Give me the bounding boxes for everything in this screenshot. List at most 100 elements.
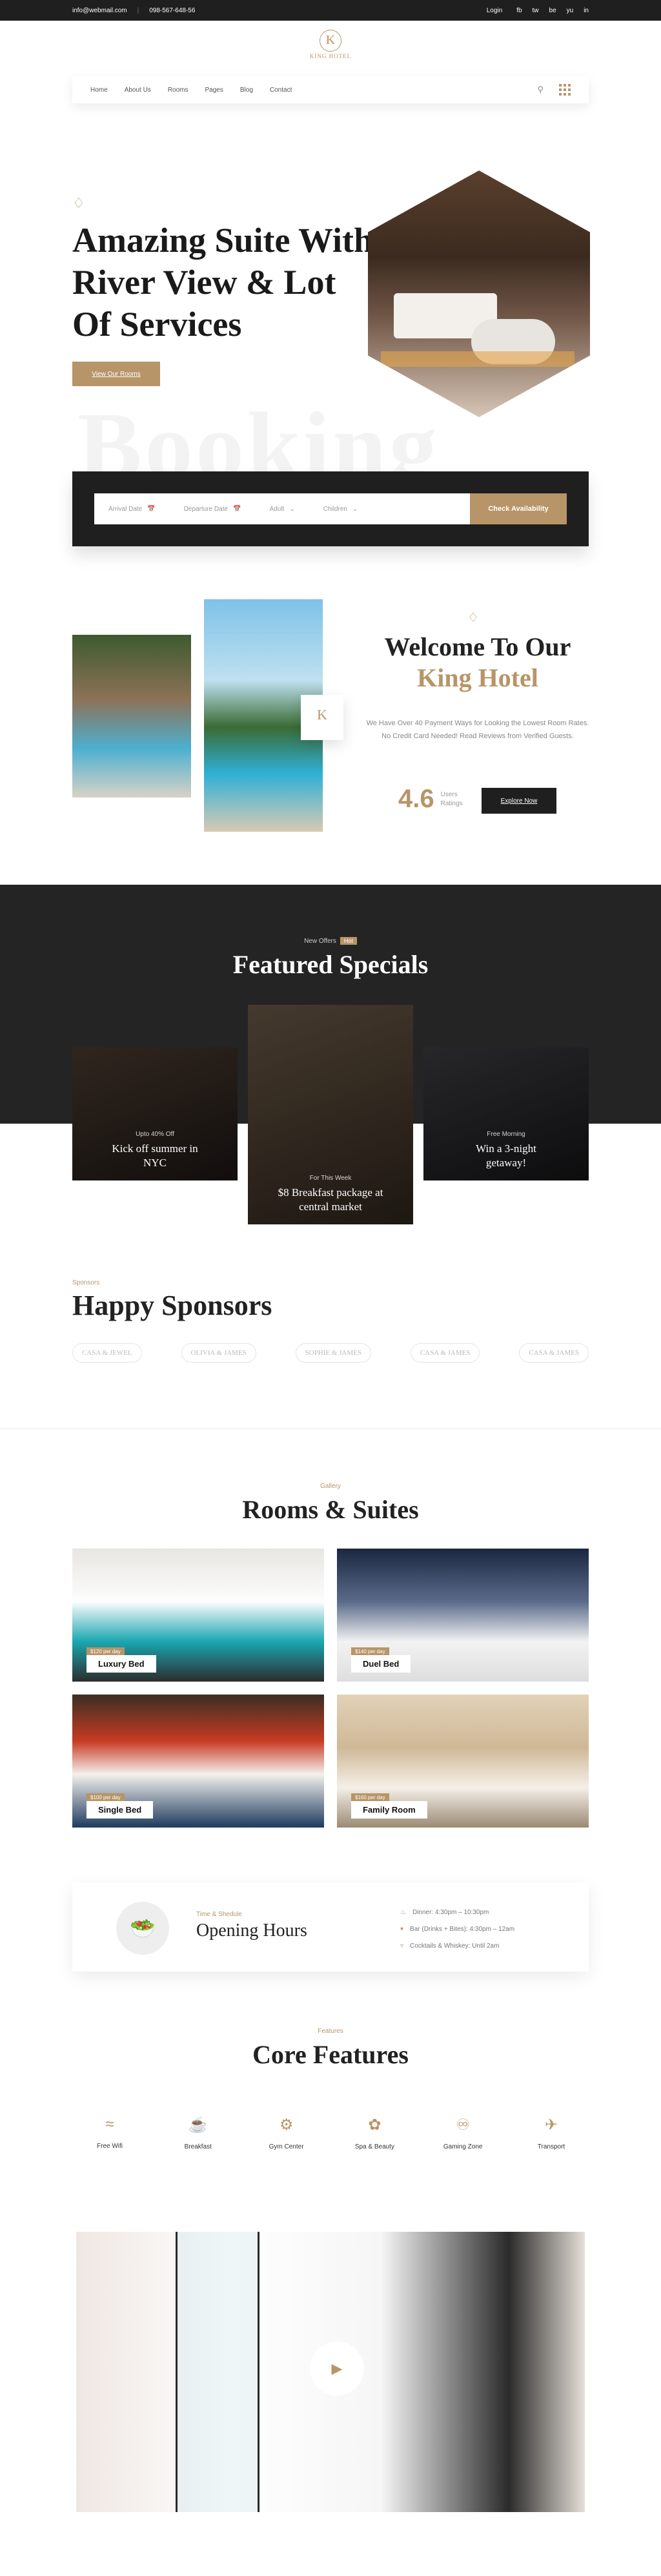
chevron-down-icon: ⌄ bbox=[289, 505, 295, 513]
check-availability-button[interactable]: Check Availability bbox=[470, 493, 567, 524]
room-name: Luxury Bed bbox=[86, 1655, 156, 1673]
room-name: Duel Bed bbox=[351, 1655, 411, 1673]
room-card[interactable]: $140 per day Duel Bed bbox=[337, 1549, 589, 1682]
facebook-icon[interactable]: fb bbox=[516, 7, 522, 14]
arrival-field[interactable]: Arrival Date 📅 bbox=[94, 506, 170, 513]
nav-rooms[interactable]: Rooms bbox=[168, 87, 188, 94]
explore-now-button[interactable]: Explore Now bbox=[482, 788, 556, 814]
menu-grid-icon[interactable] bbox=[559, 84, 571, 96]
departure-field[interactable]: Departure Date 📅 bbox=[170, 506, 256, 513]
room-card[interactable]: $100 per day Single Bed bbox=[72, 1695, 324, 1828]
search-icon[interactable]: ⚲ bbox=[537, 85, 544, 95]
linkedin-icon[interactable]: in bbox=[584, 7, 589, 14]
feature-label: Free Wifi bbox=[97, 2143, 123, 2150]
gallery-label: Gallery bbox=[320, 1483, 341, 1490]
gaming-icon: ♾ bbox=[456, 2116, 470, 2134]
nav-home[interactable]: Home bbox=[90, 87, 108, 94]
youtube-icon[interactable]: yu bbox=[567, 7, 574, 14]
card-subtitle: Free Morning bbox=[487, 1131, 525, 1138]
room-card[interactable]: $120 per day Luxury Bed bbox=[72, 1549, 324, 1682]
behance-icon[interactable]: be bbox=[549, 7, 556, 14]
chevron-down-icon: ⌄ bbox=[352, 505, 358, 513]
email-link[interactable]: info@webmail.com bbox=[72, 7, 127, 14]
sponsor-logo[interactable]: OLIVIA & JAMES bbox=[181, 1343, 256, 1363]
list-item: ▾ Bar (Drinks + Bites): 4:30pm – 12am bbox=[400, 1921, 521, 1938]
top-bar: info@webmail.com | 098-567-648-56 Login … bbox=[0, 0, 661, 21]
adult-select[interactable]: Adult ⌄ bbox=[256, 506, 309, 513]
nav-blog[interactable]: Blog bbox=[240, 87, 253, 94]
feature-card[interactable]: ✈ Transport bbox=[513, 2096, 589, 2174]
departure-label: Departure Date bbox=[183, 505, 229, 513]
wifi-icon: ≈ bbox=[105, 2116, 114, 2133]
features-list: ≈ Free Wifi ☕ Breakfast ⚙ Gym Center ✿ Spa &… bbox=[72, 2096, 589, 2174]
special-card[interactable]: For This Week $8 Breakfast package at cen… bbox=[248, 1005, 413, 1224]
main-nav: Home About Us Rooms Pages Blog Contact ⚲ bbox=[72, 76, 589, 103]
nav-contact[interactable]: Contact bbox=[270, 87, 292, 94]
room-name: Family Room bbox=[351, 1801, 427, 1819]
glass-icon: ▿ bbox=[400, 1942, 404, 1950]
login-link[interactable]: Login bbox=[487, 7, 502, 14]
spa-icon: ✿ bbox=[368, 2116, 381, 2134]
sponsor-logos: CASA & JEWEL OLIVIA & JAMES SOPHIE & JAM… bbox=[72, 1343, 589, 1363]
welcome-text: We Have Over 40 Payment Ways for Looking… bbox=[366, 719, 589, 740]
rating-value: 4.6 bbox=[398, 785, 434, 813]
play-icon[interactable]: ▶ bbox=[310, 2342, 364, 2396]
feature-card[interactable]: ☕ Breakfast bbox=[160, 2096, 236, 2174]
feature-label: Spa & Beauty bbox=[354, 2143, 394, 2150]
dinner-icon: ♨ bbox=[400, 1909, 406, 1916]
card-subtitle: For This Week bbox=[309, 1175, 352, 1182]
card-title: Kick off summer in NYC bbox=[112, 1142, 198, 1169]
room-card[interactable]: $160 per day Family Room bbox=[337, 1695, 589, 1828]
feature-label: Breakfast bbox=[184, 2143, 212, 2150]
nav-about[interactable]: About Us bbox=[125, 87, 151, 94]
feature-card[interactable]: ✿ Spa & Beauty bbox=[337, 2096, 412, 2174]
phone-link[interactable]: 098-567-648-56 bbox=[149, 7, 195, 14]
hotel-icon: ♢ bbox=[467, 611, 479, 625]
sponsor-logo[interactable]: CASA & JAMES bbox=[410, 1343, 480, 1363]
sponsor-logo[interactable]: CASA & JAMES bbox=[519, 1343, 589, 1363]
hours-list: ♨ Dinner: 4:30pm – 10:30pm ▾ Bar (Drinks +… bbox=[400, 1904, 521, 1955]
feature-card[interactable]: ≈ Free Wifi bbox=[72, 2096, 147, 2174]
welcome-title-line: Welcome To Our bbox=[384, 632, 571, 661]
hours-title: Opening Hours bbox=[196, 1921, 307, 1941]
welcome-title: Welcome To Our King Hotel bbox=[361, 632, 594, 694]
special-card[interactable]: Upto 40% Off Kick off summer in NYC bbox=[72, 1047, 238, 1180]
special-card[interactable]: Free Morning Win a 3-night getaway! bbox=[423, 1047, 589, 1180]
nav-pages[interactable]: Pages bbox=[205, 87, 223, 94]
hours-item: Cocktails & Whiskey: Until 2am bbox=[410, 1942, 500, 1950]
sponsors-label: Sponsors bbox=[72, 1279, 100, 1286]
adult-label: Adult bbox=[269, 505, 285, 513]
logo-name: KING HOTEL bbox=[309, 53, 352, 59]
gym-icon: ⚙ bbox=[279, 2116, 294, 2134]
logo[interactable]: K KING HOTEL bbox=[305, 26, 356, 59]
view-rooms-button[interactable]: View Our Rooms bbox=[72, 362, 160, 386]
pool-photo-left bbox=[72, 635, 191, 798]
cocktail-icon: ▾ bbox=[400, 1926, 404, 1933]
twitter-icon[interactable]: tw bbox=[533, 7, 539, 14]
feature-card[interactable]: ♾ Gaming Zone bbox=[425, 2096, 501, 2174]
breakfast-icon: ☕ bbox=[188, 2116, 208, 2134]
feature-label: Gym Center bbox=[269, 2143, 304, 2150]
list-item: ▿ Cocktails & Whiskey: Until 2am bbox=[400, 1938, 521, 1955]
divider: | bbox=[137, 6, 139, 14]
sponsor-logo[interactable]: CASA & JEWEL bbox=[72, 1343, 142, 1363]
hotel-icon: ♢ bbox=[72, 195, 85, 211]
rating-block: 4.6 Users Ratings bbox=[398, 785, 469, 814]
sponsors-title: Happy Sponsors bbox=[72, 1290, 272, 1321]
children-select[interactable]: Children ⌄ bbox=[309, 506, 372, 513]
section-divider bbox=[0, 1428, 661, 1429]
feature-label: Gaming Zone bbox=[443, 2143, 483, 2150]
logo-mark: K bbox=[320, 30, 341, 52]
feature-label: Transport bbox=[537, 2143, 565, 2150]
hero-title: Amazing Suite With River View & Lot Of S… bbox=[72, 221, 374, 344]
children-label: Children bbox=[323, 505, 347, 513]
specials-label: New Offers Hot bbox=[0, 937, 661, 945]
card-subtitle: Upto 40% Off bbox=[136, 1131, 174, 1138]
room-name: Single Bed bbox=[86, 1801, 154, 1819]
feature-card[interactable]: ⚙ Gym Center bbox=[249, 2096, 324, 2174]
sponsor-logo[interactable]: SOPHIE & JAMES bbox=[295, 1343, 371, 1363]
welcome-title-gold: King Hotel bbox=[417, 663, 538, 692]
transport-icon: ✈ bbox=[544, 2116, 558, 2134]
rating-label: Users Ratings bbox=[440, 790, 463, 807]
card-title: Win a 3-night getaway! bbox=[476, 1142, 536, 1169]
